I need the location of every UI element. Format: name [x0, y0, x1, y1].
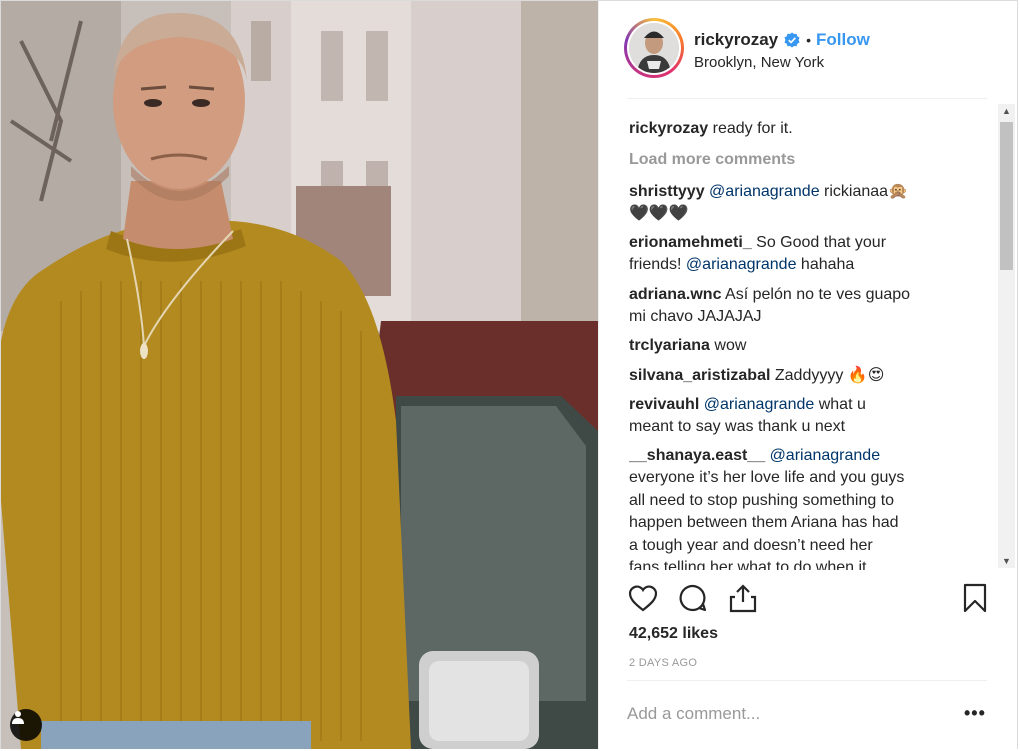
comment-username[interactable]: adriana.wnc: [629, 286, 721, 303]
comment-text-line: all need to stop pushing something to: [629, 491, 895, 509]
comment-text-line2: meant to say was thank u next: [629, 418, 846, 436]
comment-text: Así pelón no te ves guapo: [721, 286, 911, 303]
comment-text: Zaddyyyy 🔥😍: [770, 367, 885, 384]
load-more-comments-button[interactable]: Load more comments: [629, 149, 795, 171]
avatar[interactable]: [624, 18, 684, 78]
caption-text: ready for it.: [708, 120, 793, 137]
comments-list[interactable]: rickyrozay ready for it. Load more comme…: [629, 111, 969, 570]
post-photo[interactable]: [1, 1, 598, 749]
caption-username[interactable]: rickyrozay: [629, 120, 708, 137]
header-divider: [627, 98, 987, 99]
scroll-up-arrow-icon[interactable]: ▲: [1002, 106, 1011, 116]
comment-username[interactable]: silvana_aristizabal: [629, 367, 770, 384]
username-row: rickyrozay • Follow: [694, 30, 870, 50]
action-bar: [599, 569, 1018, 625]
comment-username[interactable]: shristtyyy: [629, 183, 705, 200]
comment-text: rickianaa🙊: [819, 183, 908, 200]
comment-item: __shanaya.east__ @arianagrande everyone …: [629, 445, 939, 570]
share-upload-icon[interactable]: [727, 582, 759, 614]
post-header: rickyrozay • Follow Brooklyn, New York: [599, 1, 1018, 99]
scroll-down-arrow-icon[interactable]: ▼: [1002, 556, 1011, 566]
comment-username[interactable]: erionamehmeti_: [629, 234, 752, 251]
comment-text: what u: [814, 396, 866, 413]
comment-text: So Good that your: [751, 234, 887, 251]
caption: rickyrozay ready for it.: [629, 118, 793, 140]
post-side-panel: rickyrozay • Follow Brooklyn, New York r…: [598, 1, 1017, 749]
heart-icon[interactable]: [627, 582, 659, 614]
comment-mention[interactable]: @arianagrande: [709, 183, 820, 200]
comment-text-line: happen between them Ariana has had: [629, 514, 899, 532]
dot-separator: •: [806, 32, 812, 48]
more-options-button[interactable]: •••: [964, 703, 986, 724]
username-link[interactable]: rickyrozay: [694, 30, 778, 50]
comment-text: wow: [709, 337, 747, 354]
comment-username[interactable]: __shanaya.east__: [629, 447, 765, 464]
post-date[interactable]: 2 DAYS AGO: [629, 657, 697, 669]
follow-button[interactable]: Follow: [816, 30, 870, 50]
comment-item: erionamehmeti_ So Good that your friends…: [629, 232, 929, 277]
photo-illustration: [1, 1, 598, 749]
location-link[interactable]: Brooklyn, New York: [694, 54, 824, 71]
comment-text-tail: hahaha: [796, 256, 855, 274]
verified-badge-icon: [784, 32, 800, 48]
scrollbar-thumb[interactable]: [1000, 122, 1013, 270]
comment-text-line2: 🖤🖤🖤: [629, 205, 689, 223]
comment-text-line2: friends!: [629, 256, 686, 274]
comment-username[interactable]: trclyariana: [629, 337, 710, 354]
comment-item: adriana.wnc Así pelón no te ves guapo mi…: [629, 284, 929, 329]
comment-text-line2: mi chavo JAJAJAJ: [629, 308, 762, 326]
comment-text-line: everyone it’s her love life and you guys: [629, 469, 905, 487]
comment-item: shristtyyy @arianagrande rickianaa🙊 🖤🖤🖤: [629, 181, 929, 226]
comment-mention[interactable]: @arianagrande: [686, 256, 797, 273]
comments-scrollbar[interactable]: ▲ ▼: [998, 104, 1015, 568]
likes-count[interactable]: 42,652 likes: [629, 625, 718, 643]
comment-text-line: a tough year and doesn’t need her: [629, 536, 873, 554]
comment-item: silvana_aristizabal Zaddyyyy 🔥😍: [629, 365, 929, 387]
add-comment-input[interactable]: [627, 699, 927, 729]
comment-mention[interactable]: @arianagrande: [770, 447, 881, 464]
comment-username[interactable]: revivauhl: [629, 396, 699, 413]
comment-item: revivauhl @arianagrande what u meant to …: [629, 394, 929, 439]
bookmark-icon[interactable]: [959, 582, 991, 614]
comment-item: trclyariana wow: [629, 335, 929, 357]
user-tag-icon[interactable]: [10, 709, 42, 741]
comment-bubble-icon[interactable]: [677, 582, 709, 614]
comment-box-divider: [627, 680, 987, 681]
comment-mention[interactable]: @arianagrande: [704, 396, 815, 413]
